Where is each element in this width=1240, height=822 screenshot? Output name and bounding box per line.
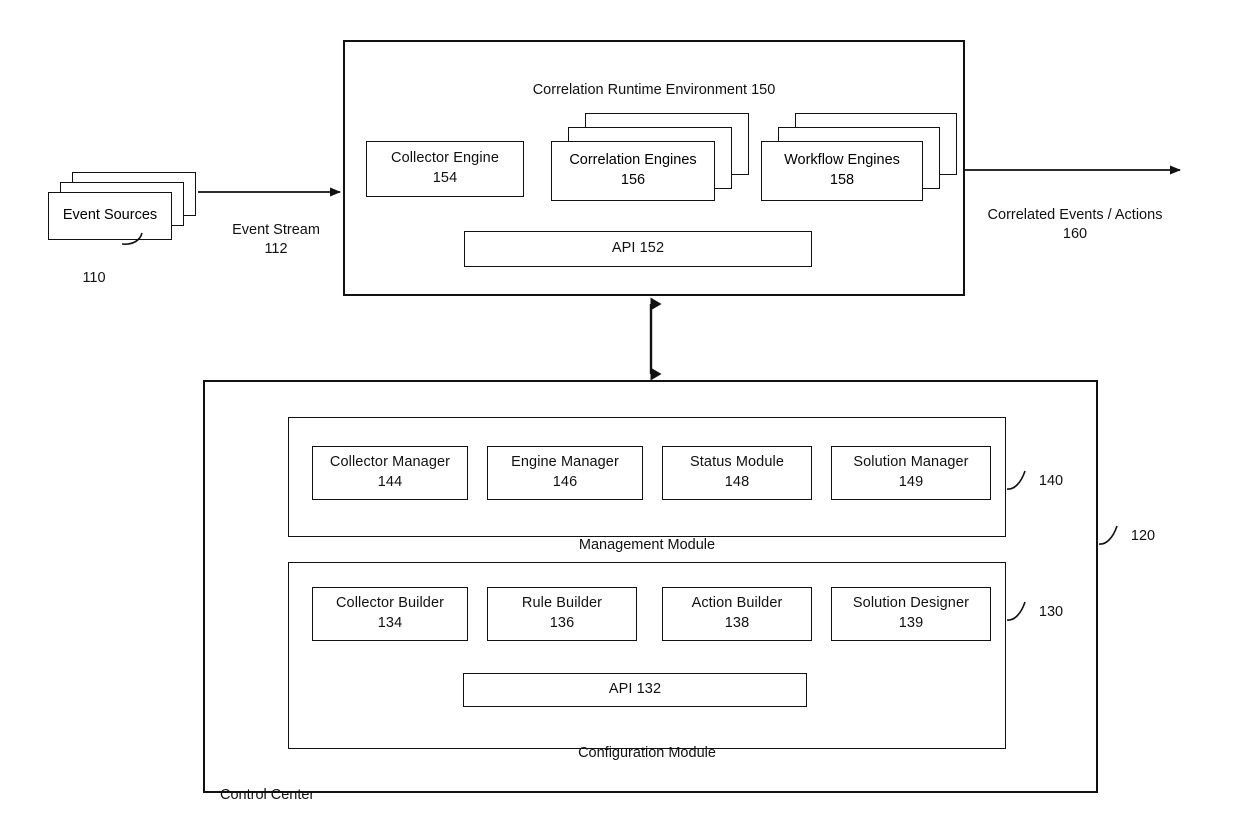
action-builder-ref: 138 [724, 615, 750, 631]
collector-engine-box[interactable]: Collector Engine 154 [366, 141, 524, 197]
engine-manager-box[interactable]: Engine Manager 146 [487, 446, 643, 500]
control-center-label: Control Center [220, 786, 315, 803]
engine-manager-label: Engine Manager [511, 454, 619, 471]
solution-designer-label: Solution Designer [852, 595, 970, 612]
configuration-module-label: Configuration Module [578, 744, 716, 761]
workflow-engines-stack: Workflow Engines 158 [761, 113, 957, 201]
event-sources-label: Event Sources [62, 207, 158, 224]
action-builder-label: Action Builder [691, 595, 783, 612]
correlated-events-actions-label: Correlated Events / Actions 160 [987, 206, 1163, 243]
configuration-module-ref: 130 [1038, 603, 1064, 620]
collector-builder-box[interactable]: Collector Builder 134 [312, 587, 468, 641]
solution-manager-ref: 149 [898, 474, 924, 490]
collector-manager-box[interactable]: Collector Manager 144 [312, 446, 468, 500]
control-center-leader [1098, 525, 1118, 545]
correlation-runtime-environment-title: Correlation Runtime Environment 150 [532, 81, 776, 98]
status-module-box[interactable]: Status Module 148 [662, 446, 812, 500]
solution-manager-label: Solution Manager [853, 454, 969, 471]
correlation-engines-label: Correlation Engines [569, 152, 697, 169]
status-module-label: Status Module [690, 454, 784, 471]
event-sources-stack: Event Sources [48, 172, 196, 240]
solution-designer-ref: 139 [898, 615, 924, 631]
rule-builder-box[interactable]: Rule Builder 136 [487, 587, 637, 641]
management-module-label: Management Module [578, 536, 716, 553]
workflow-engines-box[interactable]: Workflow Engines 158 [761, 141, 923, 201]
workflow-engines-ref: 158 [829, 172, 855, 188]
event-sources-ref: 110 [82, 269, 106, 286]
management-module-ref: 140 [1038, 472, 1064, 489]
control-center-ref: 120 [1130, 527, 1156, 544]
action-builder-box[interactable]: Action Builder 138 [662, 587, 812, 641]
collector-builder-ref: 134 [377, 615, 403, 631]
workflow-engines-label: Workflow Engines [784, 152, 900, 169]
event-stream-label: Event Stream 112 [232, 221, 320, 258]
collector-manager-label: Collector Manager [329, 454, 451, 471]
figure-canvas: Event Sources 110 Event Stream 112 Corre… [0, 0, 1240, 822]
collector-engine-label: Collector Engine [391, 150, 499, 167]
status-module-ref: 148 [724, 474, 750, 490]
correlation-engines-stack: Correlation Engines 156 [551, 113, 749, 201]
configuration-api-label: API 132 [608, 681, 662, 698]
correlation-engines-box[interactable]: Correlation Engines 156 [551, 141, 715, 201]
correlation-engines-ref: 156 [620, 172, 646, 188]
rule-builder-ref: 136 [549, 615, 575, 631]
engine-manager-ref: 146 [552, 474, 578, 490]
runtime-api-label: API 152 [611, 240, 665, 257]
collector-manager-ref: 144 [377, 474, 403, 490]
configuration-api-box[interactable]: API 132 [463, 673, 807, 707]
rule-builder-label: Rule Builder [521, 595, 603, 612]
solution-manager-box[interactable]: Solution Manager 149 [831, 446, 991, 500]
runtime-api-box[interactable]: API 152 [464, 231, 812, 267]
event-sources-box[interactable]: Event Sources [48, 192, 172, 240]
collector-builder-label: Collector Builder [335, 595, 445, 612]
solution-designer-box[interactable]: Solution Designer 139 [831, 587, 991, 641]
collector-engine-ref: 154 [432, 170, 458, 186]
